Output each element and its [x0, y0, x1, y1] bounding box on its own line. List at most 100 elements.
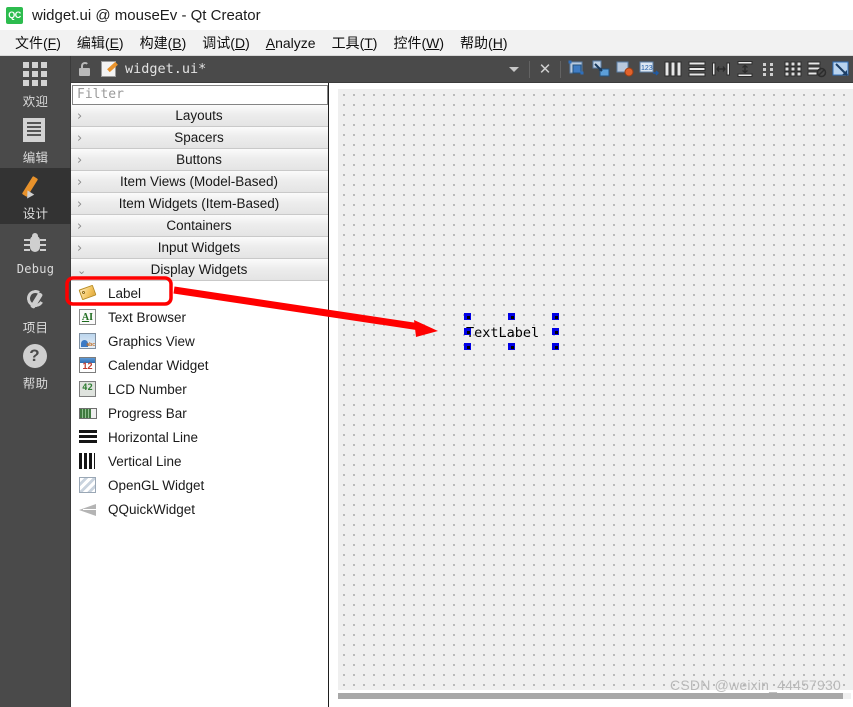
chevron-right-icon: › — [77, 130, 83, 146]
category-spacers[interactable]: › Spacers — [71, 127, 328, 149]
vertical-line-icon — [79, 452, 99, 470]
menu-widgets[interactable]: 控件(W) — [385, 31, 452, 55]
resize-handle-bottom-right[interactable] — [552, 343, 559, 350]
mode-design[interactable]: 设计 — [0, 168, 71, 224]
form-canvas[interactable]: TextLabel — [338, 89, 853, 690]
widget-item-label[interactable]: Label — [71, 281, 328, 305]
chevron-down-icon: ⌄ — [77, 263, 87, 277]
edit-signals-slots-icon[interactable] — [590, 59, 612, 80]
mode-help[interactable]: ? 帮助 — [0, 338, 71, 394]
close-icon[interactable]: ✕ — [534, 56, 556, 83]
open-file-name[interactable]: widget.ui* — [125, 61, 206, 77]
resize-handle-top-center[interactable] — [508, 313, 515, 320]
edit-widgets-icon[interactable] — [566, 59, 588, 80]
resize-handle-top-left[interactable] — [464, 313, 471, 320]
menu-debug[interactable]: 调试(D) — [194, 31, 257, 55]
resize-handle-middle-right[interactable] — [552, 328, 559, 335]
menu-widgets-mnemonic: W — [426, 34, 440, 51]
menu-tools-mnemonic: T — [364, 34, 373, 51]
document-icon — [22, 117, 49, 144]
category-item-widgets-label: Item Widgets (Item-Based) — [118, 196, 280, 211]
widget-item-text-browser-text: Text Browser — [108, 309, 187, 325]
category-display-widgets-label: Display Widgets — [150, 262, 248, 277]
menu-debug-mnemonic: D — [234, 34, 246, 51]
chevron-right-icon: › — [77, 174, 83, 190]
widget-item-horizontal-line[interactable]: Horizontal Line — [71, 425, 328, 449]
qt-creator-icon: QC — [6, 6, 23, 24]
menu-build-mnemonic: B — [172, 34, 182, 51]
toolbar-separator — [529, 60, 530, 78]
category-input-widgets-label: Input Widgets — [157, 240, 241, 255]
chevron-right-icon: › — [77, 218, 83, 234]
edit-tab-order-icon[interactable]: 123 — [638, 59, 660, 80]
menu-tools-label: 工具 — [331, 34, 360, 51]
mode-debug[interactable]: Debug — [0, 224, 71, 282]
selected-label-widget[interactable]: TextLabel — [464, 313, 560, 350]
wrench-icon — [23, 288, 49, 314]
adjust-size-icon[interactable] — [830, 59, 852, 80]
widget-item-progress-bar[interactable]: Progress Bar — [71, 401, 328, 425]
menu-analyze-label: nalyze — [275, 34, 316, 51]
widget-item-vertical-line[interactable]: Vertical Line — [71, 449, 328, 473]
edit-buddies-icon[interactable] — [614, 59, 636, 80]
resize-handle-bottom-center[interactable] — [508, 343, 515, 350]
layout-splitter-vertical-icon[interactable] — [734, 59, 756, 80]
mode-projects-label: 项目 — [22, 320, 49, 335]
layout-splitter-horizontal-icon[interactable] — [710, 59, 732, 80]
category-display-widgets[interactable]: ⌄ Display Widgets — [71, 259, 328, 281]
mode-welcome[interactable]: 欢迎 — [0, 56, 71, 112]
opengl-widget-icon — [79, 476, 99, 494]
lcd-number-icon: 42 — [79, 380, 99, 398]
mode-edit[interactable]: 编辑 — [0, 112, 71, 168]
mode-projects[interactable]: 项目 — [0, 282, 71, 338]
widget-item-calendar-widget[interactable]: 12 Calendar Widget — [71, 353, 328, 377]
widget-item-text-browser[interactable]: AI Text Browser — [71, 305, 328, 329]
layout-form-icon[interactable] — [758, 59, 780, 80]
ui-file-icon — [101, 61, 116, 77]
layout-vertically-icon[interactable] — [686, 59, 708, 80]
category-item-views[interactable]: › Item Views (Model-Based) — [71, 171, 328, 193]
menu-analyze[interactable]: Analyze — [258, 33, 324, 53]
category-buttons[interactable]: › Buttons — [71, 149, 328, 171]
resize-handle-bottom-left[interactable] — [464, 343, 471, 350]
menu-bar: 文件(F) 编辑(E) 构建(B) 调试(D) Analyze 工具(T) 控件… — [0, 30, 853, 56]
menu-file-label: 文件 — [15, 34, 43, 51]
menu-edit[interactable]: 编辑(E) — [69, 31, 132, 55]
break-layout-icon[interactable] — [806, 59, 828, 80]
menu-tools[interactable]: 工具(T) — [324, 31, 386, 55]
widget-item-lcd-number[interactable]: 42 LCD Number — [71, 377, 328, 401]
canvas-horizontal-scrollbar[interactable] — [338, 693, 851, 699]
widget-item-opengl-widget[interactable]: OpenGL Widget — [71, 473, 328, 497]
category-containers[interactable]: › Containers — [71, 215, 328, 237]
chevron-right-icon: › — [77, 196, 83, 212]
layout-horizontally-icon[interactable] — [662, 59, 684, 80]
menu-debug-label: 调试 — [202, 34, 231, 51]
category-input-widgets[interactable]: › Input Widgets — [71, 237, 328, 259]
mode-design-label: 设计 — [22, 206, 49, 221]
widget-item-qquickwidget[interactable]: QQuickWidget — [71, 497, 328, 521]
unlocked-icon[interactable] — [78, 62, 92, 76]
widget-item-label-text: Label — [108, 285, 142, 301]
mode-selector: 欢迎 编辑 设计 Debug 项目 ? 帮助 — [0, 56, 71, 707]
grid-icon — [22, 61, 49, 88]
widget-item-graphics-view[interactable]: Graphics View — [71, 329, 328, 353]
filter-input[interactable]: Filter — [72, 85, 328, 105]
widget-item-qquickwidget-text: QQuickWidget — [108, 501, 196, 517]
label-tag-icon — [78, 284, 99, 302]
widget-item-progress-bar-text: Progress Bar — [108, 405, 187, 421]
menu-edit-label: 编辑 — [76, 34, 105, 51]
category-layouts-label: Layouts — [175, 108, 223, 123]
canvas-horizontal-scrollbar-thumb[interactable] — [338, 693, 843, 699]
resize-handle-middle-left[interactable] — [464, 328, 471, 335]
toolbar-separator — [560, 60, 561, 78]
resize-handle-top-right[interactable] — [552, 313, 559, 320]
layout-grid-icon[interactable] — [782, 59, 804, 80]
menu-build[interactable]: 构建(B) — [132, 31, 195, 55]
category-item-widgets[interactable]: › Item Widgets (Item-Based) — [71, 193, 328, 215]
category-layouts[interactable]: › Layouts — [71, 105, 328, 127]
widget-item-vertical-line-text: Vertical Line — [108, 453, 182, 469]
menu-help[interactable]: 帮助(H) — [452, 31, 515, 55]
category-item-views-label: Item Views (Model-Based) — [119, 174, 279, 189]
menu-file[interactable]: 文件(F) — [7, 31, 69, 55]
chevron-down-icon[interactable] — [503, 56, 525, 83]
